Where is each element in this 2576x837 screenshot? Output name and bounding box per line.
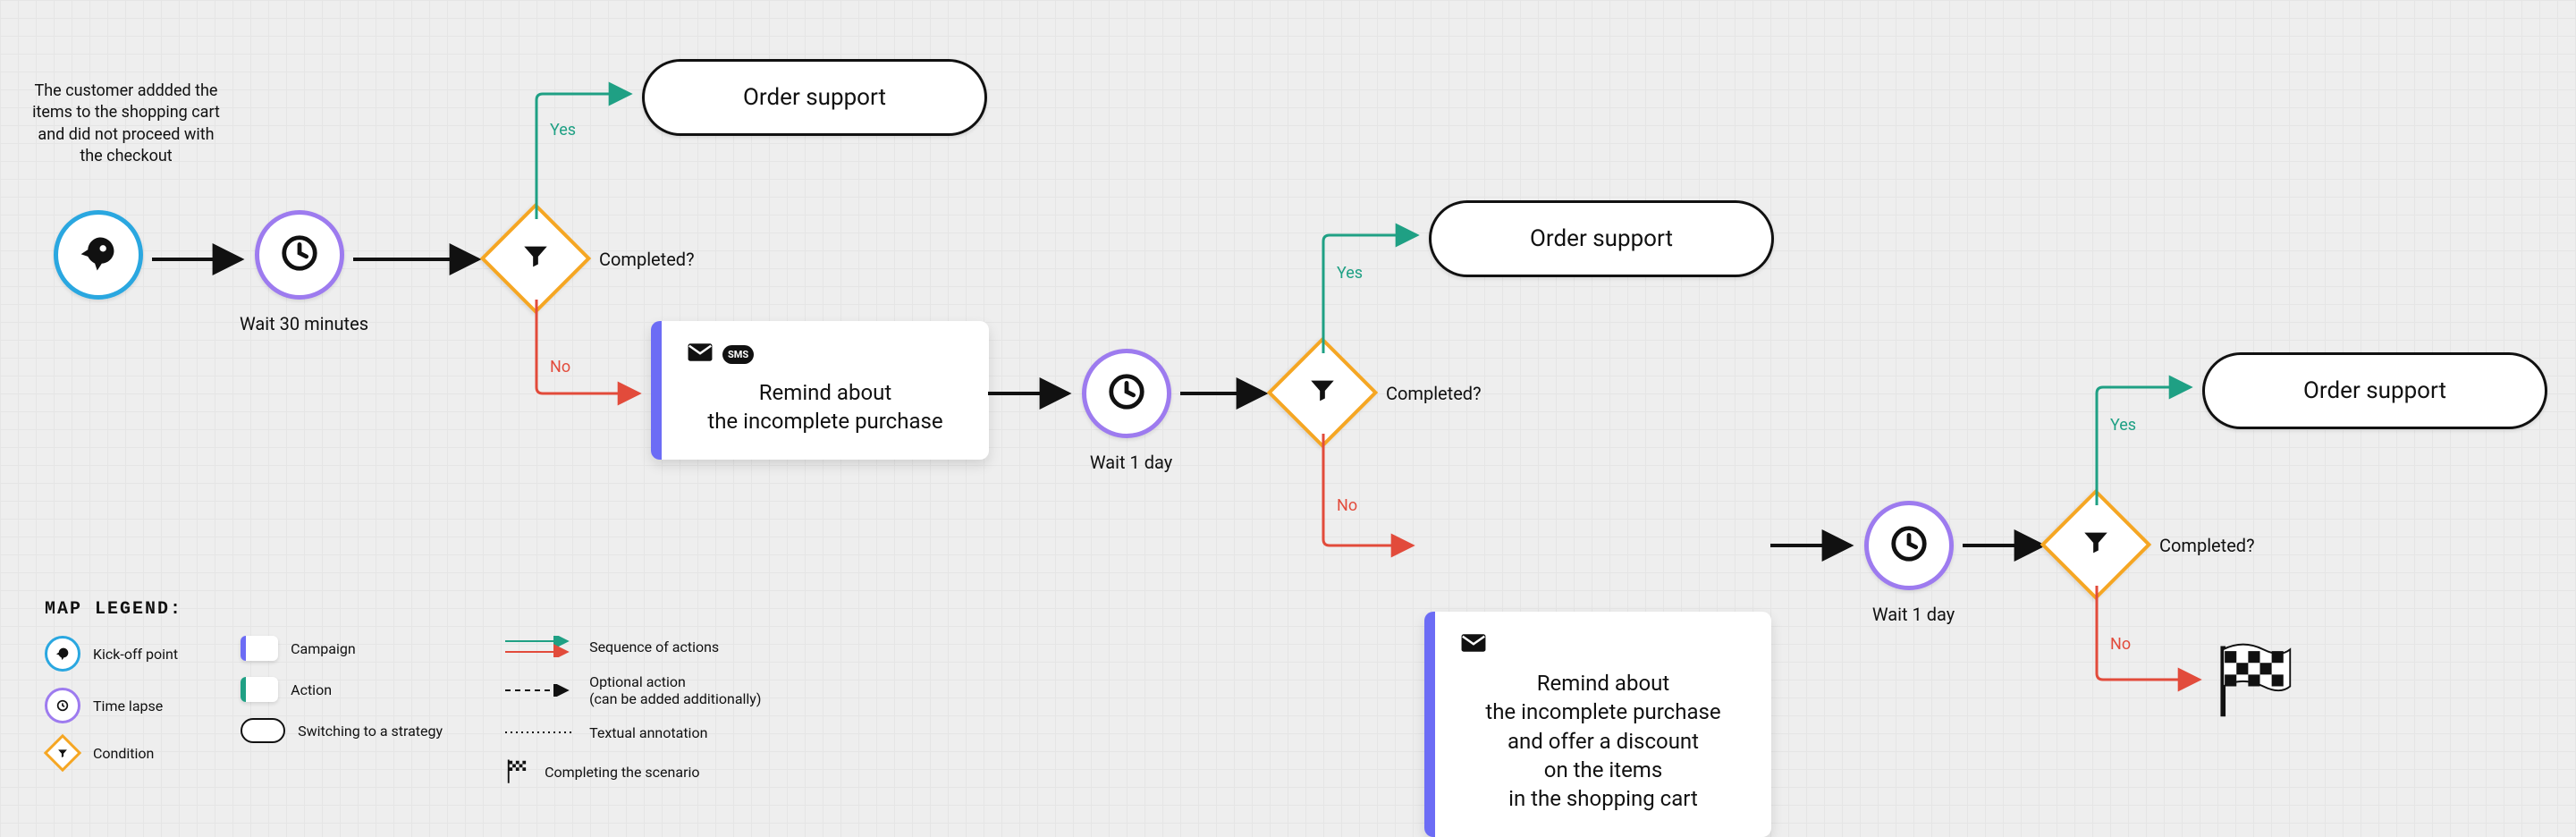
- checkered-flag-icon: [2213, 706, 2293, 723]
- wait-node-1: [255, 210, 344, 300]
- condition-label-3: Completed?: [2159, 535, 2255, 556]
- condition-label-1: Completed?: [599, 249, 695, 270]
- legend-row: Completing the scenario: [505, 757, 761, 788]
- strategy-order-support-1: Order support: [642, 59, 987, 136]
- wait-node-3: [1864, 501, 1954, 590]
- connector-no: [532, 300, 648, 398]
- optional-arrow-icon: [505, 684, 577, 697]
- connector-no: [1319, 434, 1422, 550]
- strategy-order-support-3: Order support: [2202, 352, 2547, 429]
- legend-row: Sequence of actions: [505, 636, 761, 657]
- connector: [353, 250, 487, 268]
- card-body-2: Remind about the incomplete purchase and…: [1460, 669, 1746, 814]
- map-legend: MAP LEGEND: Kick-off point Time lapse: [45, 599, 761, 788]
- condition-label-2: Completed?: [1386, 383, 1482, 404]
- funnel-icon: [2081, 528, 2111, 562]
- connector: [1770, 537, 1860, 554]
- branch-yes-2: Yes: [1337, 264, 1363, 283]
- condition-node-2: [1283, 353, 1362, 432]
- wait-node-2: [1082, 349, 1171, 438]
- legend-row: Textual annotation: [505, 724, 761, 741]
- clock-icon: [55, 698, 70, 713]
- connector: [152, 250, 250, 268]
- condition-node-3: [2057, 505, 2135, 584]
- legend-row: Switching to a strategy: [241, 718, 443, 743]
- email-icon: [1460, 633, 1487, 656]
- wait-label-1: Wait 30 minutes: [232, 313, 376, 334]
- connector: [1963, 537, 2052, 554]
- clock-icon: [1106, 371, 1147, 416]
- wait-label-2: Wait 1 day: [1073, 452, 1189, 473]
- connector-yes: [2092, 383, 2200, 510]
- sms-icon: SMS: [722, 345, 754, 364]
- email-icon: [687, 342, 714, 366]
- branch-no-3: No: [2110, 635, 2131, 654]
- funnel-icon: [57, 748, 69, 759]
- campaign-card-1: SMS Remind about the incomplete purchase: [651, 321, 989, 460]
- branch-yes-3: Yes: [2110, 416, 2136, 435]
- legend-row: Action: [241, 677, 443, 702]
- kickoff-point: [54, 210, 143, 300]
- clock-icon: [1888, 523, 1930, 568]
- connector-yes: [1319, 231, 1426, 358]
- start-note: The customer addded the items to the sho…: [32, 80, 220, 167]
- condition-node-1: [496, 219, 575, 298]
- campaign-card-2: Remind about the incomplete purchase and…: [1424, 612, 1771, 837]
- checkered-flag-icon: [505, 757, 532, 788]
- wait-label-3: Wait 1 day: [1855, 604, 1972, 625]
- connector: [988, 385, 1077, 402]
- legend-title: MAP LEGEND:: [45, 599, 761, 620]
- branch-no-1: No: [550, 358, 570, 376]
- strategy-order-support-2: Order support: [1429, 200, 1774, 277]
- funnel-icon: [520, 241, 551, 275]
- branch-yes-1: Yes: [550, 121, 576, 140]
- card-body-1: Remind about the incomplete purchase: [687, 378, 964, 436]
- dotted-line-icon: [505, 728, 577, 737]
- rocket-icon: [79, 233, 118, 276]
- branch-no-2: No: [1337, 496, 1357, 515]
- connector-yes: [532, 89, 639, 224]
- finish-flag: [2213, 639, 2293, 723]
- funnel-icon: [1307, 376, 1338, 410]
- legend-row: Condition: [45, 740, 178, 766]
- legend-row: Kick-off point: [45, 636, 178, 672]
- clock-icon: [279, 232, 320, 277]
- legend-row: Campaign: [241, 636, 443, 661]
- legend-row: Time lapse: [45, 688, 178, 723]
- legend-row: Optional action (can be added additional…: [505, 673, 761, 707]
- rocket-icon: [55, 647, 70, 661]
- connector: [1180, 385, 1274, 402]
- sequence-arrows-icon: [505, 636, 577, 657]
